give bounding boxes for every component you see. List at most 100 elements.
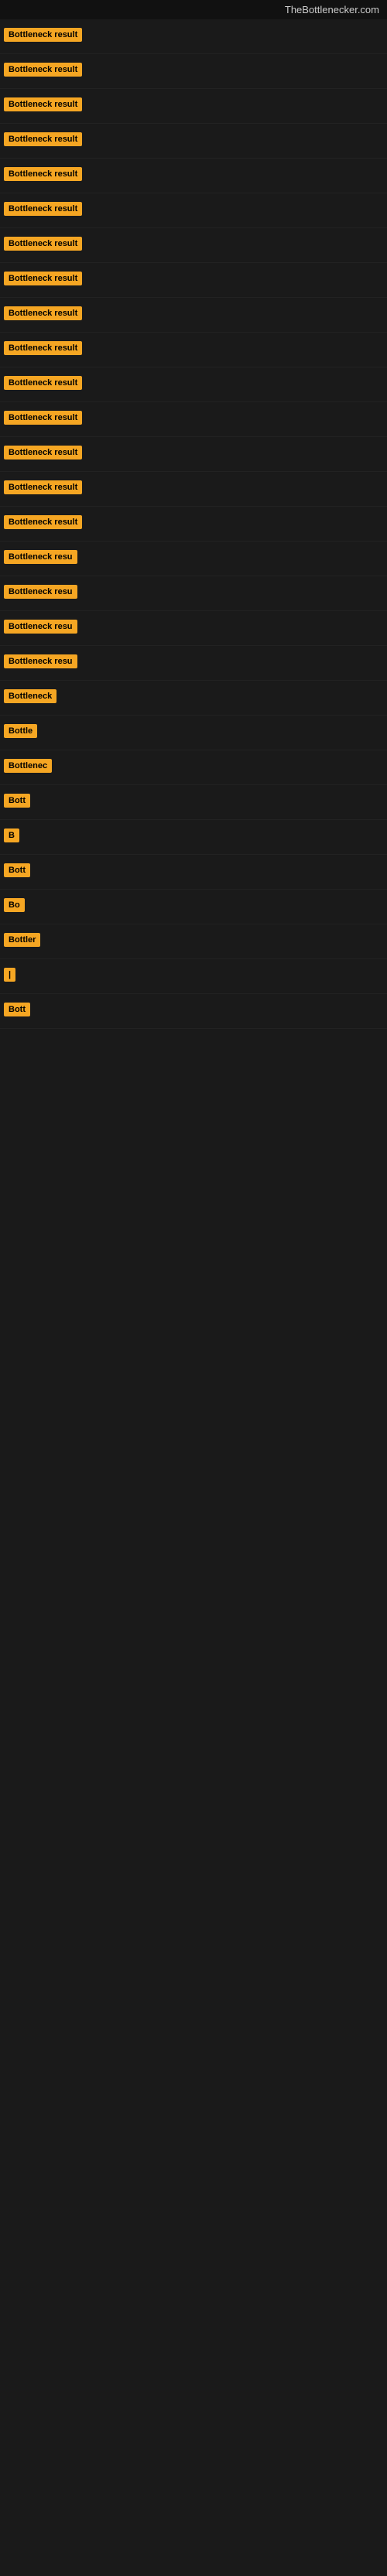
bottleneck-badge-13: Bottleneck result bbox=[4, 446, 82, 460]
bottleneck-badge-9: Bottleneck result bbox=[4, 306, 82, 320]
right-area-15 bbox=[90, 519, 383, 528]
bottleneck-row-2: Bottleneck result bbox=[0, 54, 387, 89]
right-area-4 bbox=[90, 136, 383, 145]
badge-wrap-26: Bo bbox=[4, 898, 25, 916]
bottleneck-badge-14: Bottleneck result bbox=[4, 480, 82, 494]
right-area-9 bbox=[90, 310, 383, 319]
bottleneck-row-25: Bott bbox=[0, 855, 387, 890]
right-area-20 bbox=[64, 693, 383, 702]
bottleneck-badge-27: Bottler bbox=[4, 933, 40, 947]
badge-wrap-22: Bottlenec bbox=[4, 759, 52, 777]
right-area-3 bbox=[90, 101, 383, 111]
bottleneck-badge-29: Bott bbox=[4, 1003, 30, 1016]
badge-wrap-21: Bottle bbox=[4, 724, 37, 742]
badge-wrap-12: Bottleneck result bbox=[4, 411, 82, 429]
bottleneck-row-6: Bottleneck result bbox=[0, 193, 387, 228]
bottleneck-row-10: Bottleneck result bbox=[0, 333, 387, 367]
page-wrapper: TheBottlenecker.com Bottleneck resultBot… bbox=[0, 0, 387, 2576]
bottleneck-row-3: Bottleneck result bbox=[0, 89, 387, 124]
right-area-11 bbox=[90, 380, 383, 389]
badge-wrap-5: Bottleneck result bbox=[4, 167, 82, 185]
empty-bottom bbox=[0, 1029, 387, 2576]
right-area-28 bbox=[23, 972, 383, 981]
bottleneck-badge-26: Bo bbox=[4, 898, 25, 912]
badge-wrap-28: | bbox=[4, 968, 15, 986]
right-area-16 bbox=[85, 554, 383, 563]
bottleneck-row-26: Bo bbox=[0, 890, 387, 924]
right-area-26 bbox=[33, 902, 383, 911]
badge-wrap-25: Bott bbox=[4, 863, 30, 881]
badge-wrap-29: Bott bbox=[4, 1003, 30, 1020]
right-area-27 bbox=[48, 937, 383, 946]
badge-wrap-13: Bottleneck result bbox=[4, 446, 82, 463]
bottleneck-badge-18: Bottleneck resu bbox=[4, 620, 77, 634]
site-title: TheBottlenecker.com bbox=[0, 0, 387, 19]
right-area-5 bbox=[90, 171, 383, 180]
right-area-8 bbox=[90, 275, 383, 285]
right-area-7 bbox=[90, 241, 383, 250]
bottleneck-badge-10: Bottleneck result bbox=[4, 341, 82, 355]
bottleneck-row-8: Bottleneck result bbox=[0, 263, 387, 298]
bottleneck-row-16: Bottleneck resu bbox=[0, 542, 387, 576]
bottleneck-badge-12: Bottleneck result bbox=[4, 411, 82, 425]
bottleneck-badge-2: Bottleneck result bbox=[4, 63, 82, 77]
bottleneck-badge-20: Bottleneck bbox=[4, 689, 57, 703]
badge-wrap-14: Bottleneck result bbox=[4, 480, 82, 498]
badge-wrap-1: Bottleneck result bbox=[4, 28, 82, 46]
right-area-13 bbox=[90, 449, 383, 459]
bottleneck-row-29: Bott bbox=[0, 994, 387, 1029]
bottleneck-badge-19: Bottleneck resu bbox=[4, 654, 77, 668]
bottleneck-row-28: | bbox=[0, 959, 387, 994]
badge-wrap-18: Bottleneck resu bbox=[4, 620, 77, 637]
badge-wrap-3: Bottleneck result bbox=[4, 97, 82, 115]
right-area-18 bbox=[85, 624, 383, 633]
bottleneck-badge-3: Bottleneck result bbox=[4, 97, 82, 111]
badge-wrap-17: Bottleneck resu bbox=[4, 585, 77, 603]
bottleneck-badge-23: Bott bbox=[4, 794, 30, 808]
badge-wrap-16: Bottleneck resu bbox=[4, 550, 77, 568]
badge-wrap-8: Bottleneck result bbox=[4, 272, 82, 289]
bottleneck-badge-21: Bottle bbox=[4, 724, 37, 738]
bottleneck-badge-8: Bottleneck result bbox=[4, 272, 82, 285]
bottleneck-badge-7: Bottleneck result bbox=[4, 237, 82, 251]
right-area-24 bbox=[27, 832, 383, 842]
bottleneck-row-27: Bottler bbox=[0, 924, 387, 959]
right-area-19 bbox=[85, 658, 383, 668]
right-area-1 bbox=[90, 32, 383, 41]
bottleneck-list: Bottleneck result Bottleneck result Bottle… bbox=[0, 19, 387, 1029]
badge-wrap-11: Bottleneck result bbox=[4, 376, 82, 394]
right-area-21 bbox=[45, 728, 383, 737]
bottleneck-row-13: Bottleneck result bbox=[0, 437, 387, 472]
bottleneck-row-21: Bottle bbox=[0, 716, 387, 750]
bottleneck-row-18: Bottleneck resu bbox=[0, 611, 387, 646]
right-area-29 bbox=[38, 1006, 383, 1016]
right-area-22 bbox=[60, 763, 383, 772]
bottleneck-row-23: Bott bbox=[0, 785, 387, 820]
right-area-14 bbox=[90, 484, 383, 494]
bottleneck-badge-4: Bottleneck result bbox=[4, 132, 82, 146]
bottleneck-row-11: Bottleneck result bbox=[0, 367, 387, 402]
bottleneck-row-14: Bottleneck result bbox=[0, 472, 387, 507]
bottleneck-row-9: Bottleneck result bbox=[0, 298, 387, 333]
right-area-17 bbox=[85, 589, 383, 598]
bottleneck-row-20: Bottleneck bbox=[0, 681, 387, 716]
badge-wrap-15: Bottleneck result bbox=[4, 515, 82, 533]
badge-wrap-6: Bottleneck result bbox=[4, 202, 82, 220]
badge-wrap-27: Bottler bbox=[4, 933, 40, 951]
bottleneck-row-24: B bbox=[0, 820, 387, 855]
badge-wrap-7: Bottleneck result bbox=[4, 237, 82, 255]
bottleneck-row-4: Bottleneck result bbox=[0, 124, 387, 159]
bottleneck-row-1: Bottleneck result bbox=[0, 19, 387, 54]
bottleneck-row-7: Bottleneck result bbox=[0, 228, 387, 263]
right-area-6 bbox=[90, 206, 383, 215]
right-area-12 bbox=[90, 415, 383, 424]
bottleneck-badge-25: Bott bbox=[4, 863, 30, 877]
badge-wrap-20: Bottleneck bbox=[4, 689, 57, 707]
bottleneck-badge-6: Bottleneck result bbox=[4, 202, 82, 216]
bottleneck-row-12: Bottleneck result bbox=[0, 402, 387, 437]
bottleneck-row-15: Bottleneck result bbox=[0, 507, 387, 542]
badge-wrap-10: Bottleneck result bbox=[4, 341, 82, 359]
right-area-10 bbox=[90, 345, 383, 354]
bottleneck-row-19: Bottleneck resu bbox=[0, 646, 387, 681]
bottleneck-badge-1: Bottleneck result bbox=[4, 28, 82, 42]
